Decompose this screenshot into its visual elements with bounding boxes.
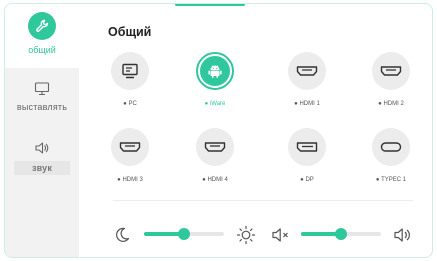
sun-icon [236,225,256,245]
hdmi-icon [196,128,234,166]
source-iware[interactable]: ● iWare [187,52,243,107]
source-label-text: HDMI 3 [122,177,143,183]
brightness-slider[interactable] [144,228,224,240]
sidebar-item-label: общий [28,45,56,55]
monitor-icon [34,82,50,96]
source-hdmi2[interactable]: ● HDMI 2 [363,52,419,107]
android-icon [200,56,230,86]
source-dp[interactable]: ● DP [279,128,335,183]
usb-c-icon [372,128,410,166]
moon-icon [116,227,130,242]
speaker-icon [394,228,410,242]
volume-slider-knob[interactable] [335,228,347,240]
speaker-icon [35,142,49,154]
sidebar-item-general[interactable]: общий [5,4,79,68]
source-hdmi4[interactable]: ● HDMI 4 [187,128,243,183]
brightness-slider-knob[interactable] [178,228,190,240]
source-label: ● DP [300,177,314,183]
sidebar-item-display[interactable]: выставлять [5,82,79,112]
divider [113,200,413,201]
source-label: ● HDMI 4 [202,177,228,183]
sidebar-item-sound[interactable]: звук [5,141,79,175]
sidebar-item-label: выставлять [16,102,68,112]
source-pc[interactable]: ● PC [102,52,158,107]
source-label: ● HDMI 3 [117,177,143,183]
dp-icon [288,128,326,166]
volume-slider[interactable] [301,228,381,240]
page-title: Общий [108,25,152,39]
hdmi-icon [372,52,410,90]
source-hdmi3[interactable]: ● HDMI 3 [102,128,158,183]
source-label: ● TYPEC 1 [375,177,407,183]
source-label-text: PC [128,101,137,107]
source-label-text: HDMI 1 [299,101,320,107]
top-accent-bar [175,4,245,6]
source-icon-ring [196,52,234,90]
source-label-text: iWare [209,101,226,107]
source-label-text: TYPEC 1 [381,177,407,183]
source-label-text: HDMI 2 [383,101,404,107]
source-label-text: HDMI 4 [207,177,228,183]
source-typec1[interactable]: ● TYPEC 1 [363,128,419,183]
sidebar-item-label: звук [14,161,70,175]
hdmi-icon [111,128,149,166]
source-hdmi1[interactable]: ● HDMI 1 [279,52,335,107]
source-label: ● HDMI 1 [294,101,320,107]
hdmi-icon [288,52,326,90]
wrench-icon [28,12,56,40]
source-label: ● PC [123,101,137,107]
pc-icon [111,52,149,90]
settings-panel: общий выставлять звук Общий ● PC ● iWare… [4,3,433,258]
source-label: ● iWare [204,101,226,107]
mute-icon [272,228,288,242]
source-label-text: DP [305,177,314,183]
sidebar: общий выставлять звук [5,4,79,257]
source-label: ● HDMI 2 [378,101,404,107]
